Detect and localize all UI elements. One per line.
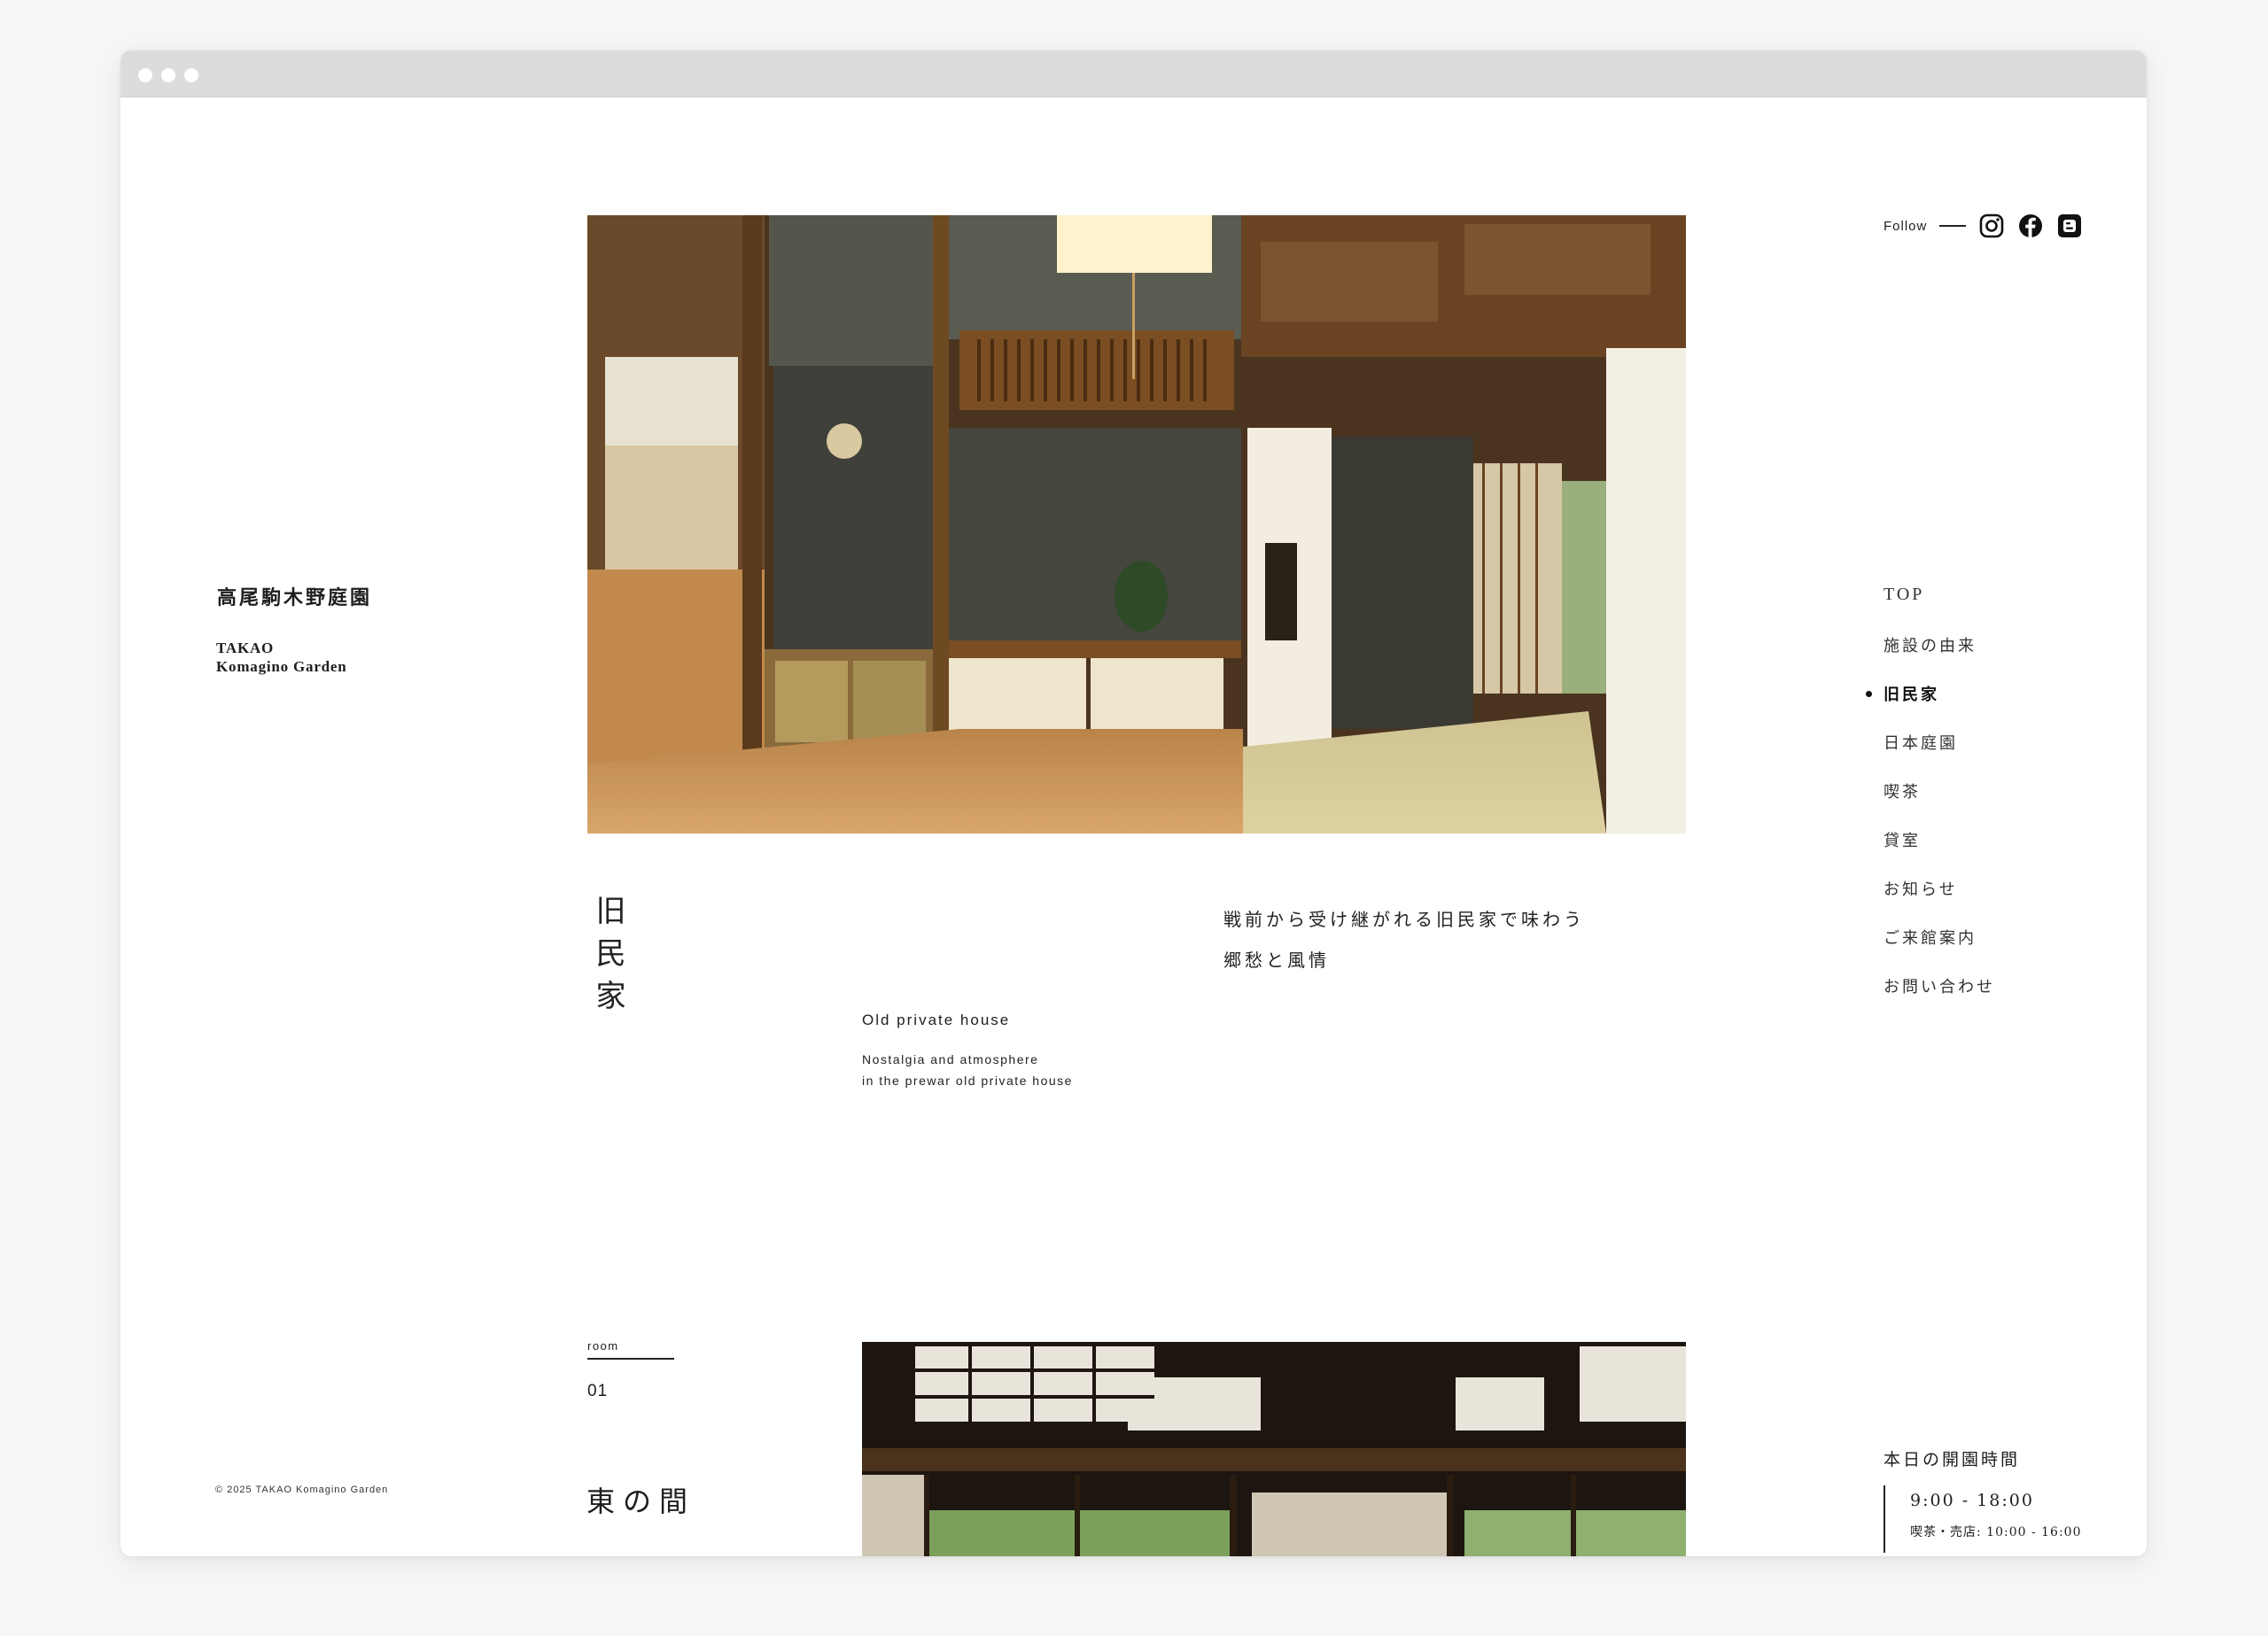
hours-cafe-shop: 喫茶・売店: 10:00 - 16:00 bbox=[1910, 1525, 2082, 1539]
page-content: 高尾駒木野庭園 TAKAO Komagino Garden © 2025 TAK… bbox=[120, 97, 2147, 1556]
hero-photo-interior bbox=[587, 215, 1686, 834]
section-subtitle-line1: Nostalgia and atmosphere bbox=[862, 1052, 1039, 1066]
nav-item-rental-room[interactable]: 貸室 bbox=[1884, 828, 1995, 877]
brand-en-line1: TAKAO bbox=[216, 640, 275, 656]
lead-line1: 戦前から受け継がれる旧民家で味わう bbox=[1223, 909, 1585, 930]
browser-window: 高尾駒木野庭園 TAKAO Komagino Garden © 2025 TAK… bbox=[120, 50, 2147, 1556]
social-follow: Follow bbox=[1884, 213, 2095, 239]
section-title-en: Old private house bbox=[862, 1012, 1011, 1028]
room-photo-east bbox=[862, 1342, 1686, 1556]
nav-item-news[interactable]: お知らせ bbox=[1884, 877, 1995, 926]
hours-main: 9:00 - 18:00 bbox=[1910, 1491, 2034, 1510]
interior-photo-illustration bbox=[587, 215, 1686, 834]
nav-item-old-house[interactable]: 旧民家 bbox=[1866, 682, 1995, 731]
instagram-icon[interactable] bbox=[1978, 213, 2005, 239]
brand-en-line2: Komagino Garden bbox=[216, 658, 347, 675]
window-control-dot[interactable] bbox=[184, 68, 198, 82]
hours-box: 9:00 - 18:00 喫茶・売店: 10:00 - 16:00 bbox=[1884, 1485, 2082, 1553]
copyright: © 2025 TAKAO Komagino Garden bbox=[215, 1485, 389, 1495]
section-title-jp: 旧民家 bbox=[590, 895, 625, 1022]
hours-title: 本日の開園時間 bbox=[1884, 1450, 2021, 1469]
nav-item-cafe[interactable]: 喫茶 bbox=[1884, 779, 1995, 828]
nav-item-top[interactable]: TOP bbox=[1884, 585, 1995, 633]
facebook-icon[interactable] bbox=[2017, 213, 2044, 239]
nav-item-history[interactable]: 施設の由来 bbox=[1884, 633, 1995, 682]
follow-label: Follow bbox=[1884, 218, 1928, 234]
lead-line2: 郷愁と風情 bbox=[1223, 950, 1330, 971]
window-titlebar bbox=[120, 50, 2147, 97]
section-subtitle-line2: in the prewar old private house bbox=[862, 1074, 1073, 1088]
main-nav: TOP 施設の由来 旧民家 日本庭園 喫茶 貸室 お知らせ ご来館案内 お問い合… bbox=[1866, 585, 1995, 1023]
window-control-dot[interactable] bbox=[138, 68, 152, 82]
brand-logo-jp[interactable]: 高尾駒木野庭園 bbox=[217, 582, 372, 610]
room-number: 01 bbox=[587, 1382, 609, 1400]
room-name: 東の間 bbox=[586, 1485, 696, 1518]
section-lead-text: 戦前から受け継がれる旧民家で味わう 郷愁と風情 bbox=[1223, 899, 1631, 981]
section-subtitle-en: Nostalgia and atmosphere in the prewar o… bbox=[862, 1049, 1163, 1091]
brand-logo-en[interactable]: TAKAO Komagino Garden bbox=[216, 639, 347, 676]
room-label: room bbox=[587, 1339, 674, 1360]
nav-item-visit-guide[interactable]: ご来館案内 bbox=[1884, 926, 1995, 974]
window-control-dot[interactable] bbox=[161, 68, 175, 82]
follow-divider bbox=[1939, 225, 1967, 227]
room-photo-illustration bbox=[862, 1342, 1686, 1556]
blogger-icon[interactable] bbox=[2056, 213, 2083, 239]
nav-item-garden[interactable]: 日本庭園 bbox=[1884, 731, 1995, 779]
nav-item-contact[interactable]: お問い合わせ bbox=[1884, 974, 1995, 1023]
